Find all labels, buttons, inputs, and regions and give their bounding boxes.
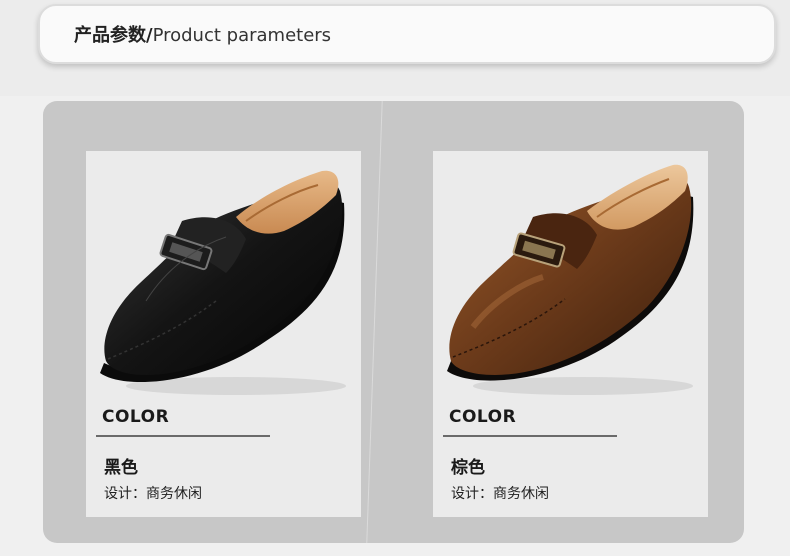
color-divider bbox=[443, 435, 617, 437]
panel-seam bbox=[366, 101, 383, 543]
color-name: 棕色 bbox=[451, 458, 485, 478]
brown-loafer-mule-image bbox=[447, 164, 694, 395]
product-card-black: COLOR 黑色 设计：商务休闲 bbox=[86, 151, 361, 517]
design-text: 设计：商务休闲 bbox=[104, 486, 202, 502]
color-name: 黑色 bbox=[104, 458, 138, 478]
black-loafer-mule-image bbox=[100, 170, 346, 395]
section-title-cn: 产品参数/ bbox=[74, 25, 153, 46]
product-panel: COLOR 黑色 设计：商务休闲 COLOR 棕色 设计：商务休闲 bbox=[43, 101, 744, 543]
design-text: 设计：商务休闲 bbox=[451, 486, 549, 502]
color-label: COLOR bbox=[449, 407, 517, 427]
section-title: 产品参数/Product parameters bbox=[74, 25, 331, 47]
color-label: COLOR bbox=[102, 407, 170, 427]
product-card-brown: COLOR 棕色 设计：商务休闲 bbox=[433, 151, 708, 517]
section-title-en: Product parameters bbox=[152, 25, 332, 46]
section-header: 产品参数/Product parameters bbox=[38, 4, 776, 64]
color-divider bbox=[96, 435, 270, 437]
